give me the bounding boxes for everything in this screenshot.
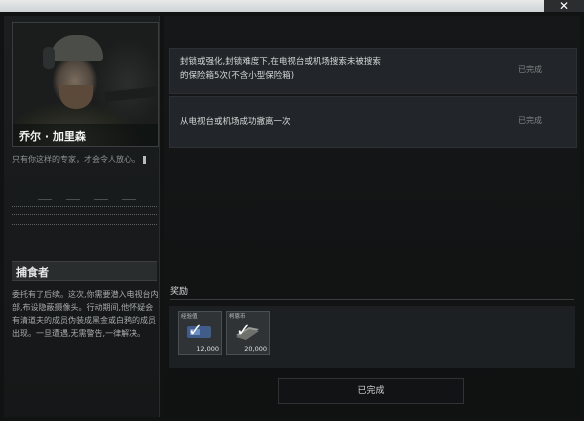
objective-status: 已完成 <box>518 116 542 125</box>
waveform-tick <box>38 199 52 200</box>
mission-title: 捕食者 <box>16 266 49 279</box>
objective-text: 从电视台或机场成功撤离一次 <box>180 115 291 129</box>
objective-text-line: 的保险箱5次(不含小型保险箱) <box>180 71 295 81</box>
trader-quote: 只有你这样的专家，才会令人放心。 <box>12 154 157 165</box>
mission-description: 委托有了后续。这次,你需要潜入电视台内部,布设隐蔽摄像头。行动期间,他怀疑会有清… <box>12 290 159 338</box>
reward-amount: 12,000 <box>196 345 219 353</box>
waveform-tick <box>94 199 108 200</box>
close-button[interactable]: ✕ <box>544 0 584 12</box>
reward-amount: 20,000 <box>244 345 267 353</box>
trader-portrait: 乔尔 · 加里森 <box>12 22 159 147</box>
reward-koen-coin[interactable]: 柯恩币 ✓ 20,000 <box>226 311 270 355</box>
objective-row: 封锁或强化,封锁难度下,在电视台或机场搜索未被搜索 的保险箱5次(不含小型保险箱… <box>169 48 577 94</box>
cursor-icon <box>143 155 146 164</box>
mission-window: 乔尔 · 加里森 只有你这样的专家，才会令人放心。 捕食者 委托有了后续。这次,… <box>0 12 584 421</box>
rewards-divider <box>170 299 574 300</box>
portrait-rifle <box>104 86 158 102</box>
rewards-list: 经验值 ✓ 12,000 柯恩币 ✓ 20,000 <box>169 306 575 368</box>
trader-name: 乔尔 · 加里森 <box>19 130 86 143</box>
trader-quote-text: 只有你这样的专家，才会令人放心。 <box>12 155 140 164</box>
trader-name-plate: 乔尔 · 加里森 <box>13 124 158 146</box>
waveform-tick <box>122 199 136 200</box>
portrait-headset <box>43 47 55 69</box>
claimed-check-icon: ✓ <box>236 320 252 341</box>
objective-text-line: 从电视台或机场成功撤离一次 <box>180 117 291 127</box>
portrait-beard <box>59 85 93 109</box>
reward-label: 经验值 <box>181 314 198 320</box>
waveform-tick <box>66 199 80 200</box>
objective-status: 已完成 <box>518 65 542 74</box>
claimed-check-icon: ✓ <box>188 320 204 341</box>
reward-label: 柯恩币 <box>229 314 246 320</box>
waveform-line <box>12 224 157 226</box>
mission-title-bar: 捕食者 <box>12 261 157 281</box>
objective-text: 封锁或强化,封锁难度下,在电视台或机场搜索未被搜索 的保险箱5次(不含小型保险箱… <box>180 55 381 83</box>
audio-waveform <box>12 192 157 242</box>
reward-experience[interactable]: 经验值 ✓ 12,000 <box>178 311 222 355</box>
portrait-cap <box>51 35 103 61</box>
trader-panel: 乔尔 · 加里森 只有你这样的专家，才会令人放心。 捕食者 委托有了后续。这次,… <box>4 16 160 417</box>
objective-text-line: 封锁或强化,封锁难度下,在电视台或机场搜索未被搜索 <box>180 57 381 67</box>
title-bar: ✕ <box>0 0 584 12</box>
complete-button[interactable]: 已完成 <box>278 378 464 404</box>
objective-row: 从电视台或机场成功撤离一次 已完成 <box>169 96 577 148</box>
waveform-line <box>12 206 157 208</box>
objectives-panel: 封锁或强化,封锁难度下,在电视台或机场搜索未被搜索 的保险箱5次(不含小型保险箱… <box>164 16 580 417</box>
rewards-label: 奖励 <box>170 287 189 297</box>
waveform-line <box>12 214 157 216</box>
